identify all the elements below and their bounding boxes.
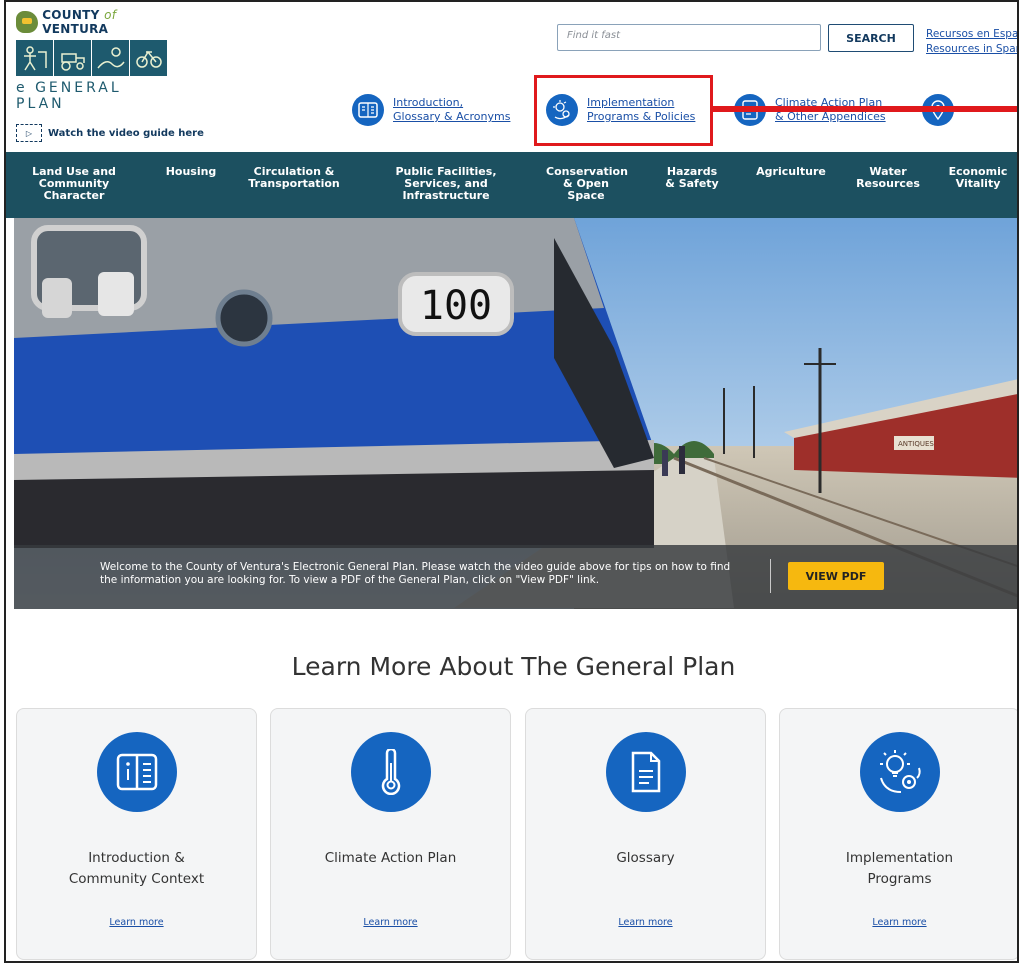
nav-item-hazards[interactable]: Hazards & Safety bbox=[664, 166, 720, 190]
nav-item-economic[interactable]: Economic Vitality bbox=[941, 166, 1015, 190]
card-glossary-learn-more-link[interactable]: Learn more bbox=[526, 917, 765, 928]
nav-item-conservation[interactable]: Conservation & Open Space bbox=[546, 166, 628, 202]
nav-item-water[interactable]: Water Resources bbox=[856, 166, 920, 190]
card-glossary[interactable]: Glossary Learn more bbox=[525, 708, 766, 960]
search-button[interactable]: SEARCH bbox=[828, 24, 914, 52]
county-seal-icon bbox=[16, 11, 39, 33]
nav-item-agriculture[interactable]: Agriculture bbox=[751, 166, 831, 178]
document-icon bbox=[606, 732, 686, 812]
learn-more-title: Learn More About The General Plan bbox=[291, 652, 736, 681]
hero-caption-bar: Welcome to the County of Ventura's Elect… bbox=[14, 545, 1017, 609]
book-icon bbox=[352, 94, 384, 126]
nav-item-land-use[interactable]: Land Use and Community Character bbox=[24, 166, 124, 202]
quick-link-introduction-line1: Introduction, bbox=[393, 96, 464, 109]
logo-tiles bbox=[16, 40, 176, 76]
nav-item-circulation[interactable]: Circulation & Transportation bbox=[244, 166, 344, 190]
card-climate-action-learn-more-link[interactable]: Learn more bbox=[271, 917, 510, 928]
card-introduction[interactable]: Introduction & Community Context Learn m… bbox=[16, 708, 257, 960]
nav-item-public-facilities[interactable]: Public Facilities, Services, and Infrast… bbox=[386, 166, 506, 202]
lightbulb-gear-icon bbox=[860, 732, 940, 812]
tractor-tile-icon bbox=[54, 40, 91, 76]
thermometer-icon bbox=[351, 732, 431, 812]
nav-item-housing[interactable]: Housing bbox=[161, 166, 221, 178]
site-logo[interactable]: COUNTY of VENTURA e GENERAL PLAN bbox=[16, 8, 176, 112]
video-play-icon: ▷ bbox=[16, 124, 42, 142]
hero-banner: ANTIQUES 100 Welcome to the County of Ve… bbox=[14, 218, 1017, 609]
card-climate-action[interactable]: Climate Action Plan Learn more bbox=[270, 708, 511, 960]
language-links: Recursos en Español Resources in Spanish bbox=[926, 27, 1017, 57]
main-navigation: Land Use and Community Character Housing… bbox=[6, 152, 1017, 218]
caption-divider bbox=[770, 559, 771, 593]
card-implementation-learn-more-link[interactable]: Learn more bbox=[780, 917, 1017, 928]
card-glossary-title: Glossary bbox=[616, 850, 675, 866]
hero-caption-text: Welcome to the County of Ventura's Elect… bbox=[100, 561, 731, 586]
egp-wordmark: e GENERAL PLAN bbox=[16, 80, 122, 112]
view-pdf-button[interactable]: VIEW PDF bbox=[788, 562, 884, 590]
people-tile-icon bbox=[16, 40, 53, 76]
annotation-highlight-box bbox=[534, 75, 713, 146]
video-guide-label: Watch the video guide here bbox=[48, 127, 204, 139]
card-climate-action-title: Climate Action Plan bbox=[324, 850, 457, 866]
page-frame: COUNTY of VENTURA e GENERAL PLAN ▷ Watch… bbox=[4, 0, 1019, 963]
bicycle-tile-icon bbox=[130, 40, 167, 76]
card-implementation-title: Implementation Programs bbox=[845, 850, 954, 887]
book-icon bbox=[97, 732, 177, 812]
spanish-resources-link-en[interactable]: Resources in Spanish bbox=[926, 42, 1017, 57]
card-introduction-title: Introduction & Community Context bbox=[68, 850, 205, 887]
card-implementation[interactable]: Implementation Programs Learn more bbox=[779, 708, 1017, 960]
sun-landscape-tile-icon bbox=[92, 40, 129, 76]
quick-link-introduction-line2: Glossary & Acronyms bbox=[393, 110, 511, 123]
spanish-resources-link-es[interactable]: Recursos en Español bbox=[926, 27, 1017, 42]
annotation-arrow bbox=[711, 106, 1017, 112]
quick-link-introduction[interactable]: Introduction, Glossary & Acronyms bbox=[352, 94, 510, 126]
search-input[interactable]: Find it fast bbox=[557, 24, 821, 51]
video-guide-link[interactable]: ▷ Watch the video guide here bbox=[16, 124, 204, 142]
antiques-sign: ANTIQUES bbox=[898, 440, 934, 448]
quick-link-climate-action-line2: & Other Appendices bbox=[775, 110, 886, 123]
card-introduction-learn-more-link[interactable]: Learn more bbox=[17, 917, 256, 928]
county-name: COUNTY of VENTURA bbox=[42, 8, 117, 36]
train-number: 100 bbox=[420, 283, 492, 329]
